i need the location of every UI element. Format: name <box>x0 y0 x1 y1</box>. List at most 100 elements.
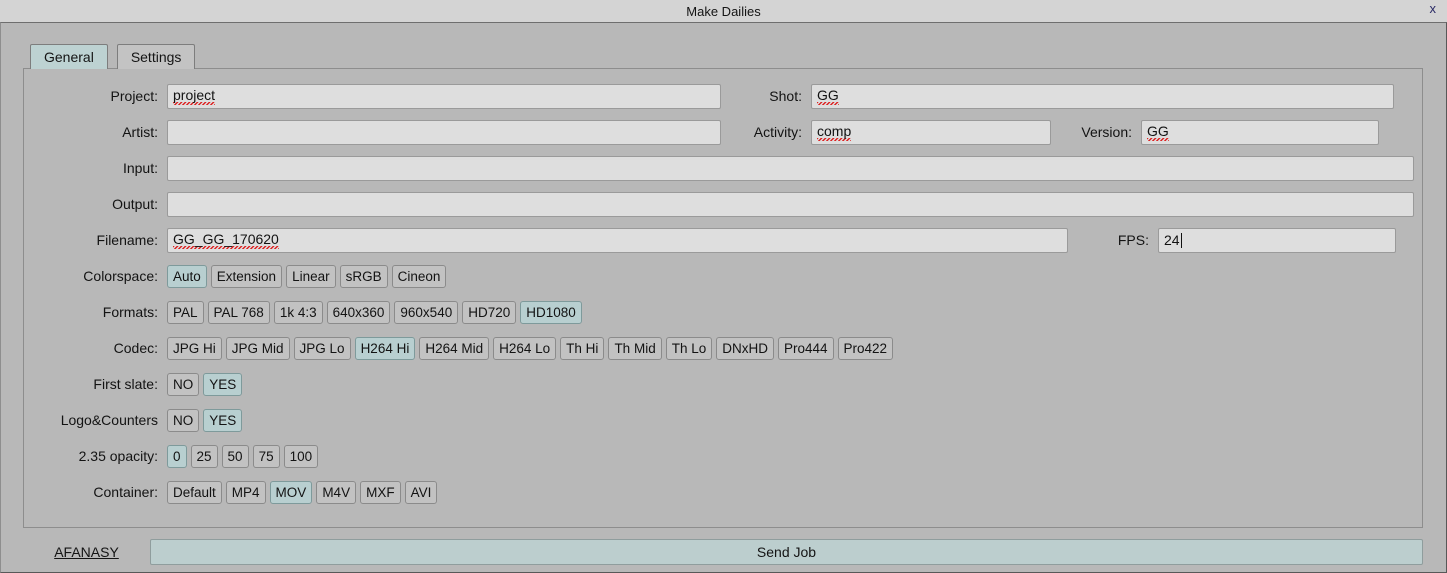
filename-label: Filename: <box>96 232 158 248</box>
option-row-codec: Codec: JPG Hi JPG Mid JPG Lo H264 Hi H264 Mid… <box>24 330 1422 366</box>
first_slate-label: First slate: <box>93 376 158 392</box>
close-icon[interactable]: x <box>1428 2 1439 15</box>
container-option-mp4[interactable]: MP4 <box>225 480 266 504</box>
container-option-avi[interactable]: AVI <box>404 480 438 504</box>
formats-option-1k-4-3[interactable]: 1k 4:3 <box>273 300 323 324</box>
codec-option-h264-hi[interactable]: H264 Hi <box>354 336 416 360</box>
codec-option-jpg-hi[interactable]: JPG Hi <box>167 336 222 360</box>
opacity_235-option-100[interactable]: 100 <box>283 444 319 468</box>
footer-bar: AFANASY Send Job <box>23 538 1423 566</box>
logo_counters-options: NO YES <box>167 408 243 432</box>
fps-label: FPS: <box>1117 232 1149 248</box>
form-row-output: Output: <box>24 186 1422 222</box>
form-row-filename-fps: Filename: GG_GG_170620 FPS: 24 <box>24 222 1422 258</box>
container-options: Default MP4 MOV M4V MXF AVI <box>167 480 438 504</box>
filename-input[interactable]: GG_GG_170620 <box>167 227 1068 253</box>
codec-option-jpg-mid[interactable]: JPG Mid <box>225 336 290 360</box>
tab-general-label: General <box>44 49 94 65</box>
codec-option-pro444[interactable]: Pro444 <box>777 336 834 360</box>
opacity_235-option-75[interactable]: 75 <box>252 444 280 468</box>
form-row-project-shot: Project: project Shot: GG <box>24 78 1422 114</box>
formats-option-640x360[interactable]: 640x360 <box>326 300 391 324</box>
option-row-container: Container: Default MP4 MOV M4V MXF AVI <box>24 474 1422 510</box>
formats-label: Formats: <box>102 304 158 320</box>
activity-label: Activity: <box>753 124 802 140</box>
project-input[interactable]: project <box>167 83 721 109</box>
codec-label: Codec: <box>113 340 158 356</box>
colorspace-label: Colorspace: <box>83 268 158 284</box>
colorspace-option-srgb[interactable]: sRGB <box>339 264 388 288</box>
codec-option-h264-mid[interactable]: H264 Mid <box>419 336 490 360</box>
formats-option-960x540[interactable]: 960x540 <box>394 300 459 324</box>
colorspace-option-linear[interactable]: Linear <box>286 264 336 288</box>
version-value: GG <box>1147 123 1169 141</box>
artist-label: Artist: <box>122 124 158 140</box>
tab-general[interactable]: General <box>30 44 108 69</box>
codec-option-h264-lo[interactable]: H264 Lo <box>493 336 557 360</box>
output-label: Output: <box>112 196 158 212</box>
project-value: project <box>173 87 216 105</box>
first_slate-option-yes[interactable]: YES <box>203 372 243 396</box>
codec-option-th-lo[interactable]: Th Lo <box>665 336 713 360</box>
formats-option-hd1080[interactable]: HD1080 <box>520 300 582 324</box>
shot-label: Shot: <box>769 88 802 104</box>
formats-option-pal-768[interactable]: PAL 768 <box>207 300 270 324</box>
opacity_235-option-25[interactable]: 25 <box>190 444 218 468</box>
logo_counters-label: Logo&Counters <box>60 412 158 428</box>
tab-settings[interactable]: Settings <box>116 44 196 69</box>
output-input[interactable] <box>167 191 1414 217</box>
codec-option-jpg-lo[interactable]: JPG Lo <box>293 336 351 360</box>
container-option-default[interactable]: Default <box>167 480 222 504</box>
opacity_235-label: 2.35 opacity: <box>78 448 158 464</box>
form-row-artist-activity-version: Artist: Activity: comp Version: GG <box>24 114 1422 150</box>
shot-value: GG <box>817 87 839 105</box>
codec-option-th-hi[interactable]: Th Hi <box>560 336 605 360</box>
codec-options: JPG Hi JPG Mid JPG Lo H264 Hi H264 Mid H264 L… <box>167 336 894 360</box>
option-rows-container: Colorspace: Auto Extension Linear sRGB Cineon… <box>24 258 1422 510</box>
logo_counters-option-yes[interactable]: YES <box>203 408 243 432</box>
input-input[interactable] <box>167 155 1414 181</box>
formats-options: PAL PAL 768 1k 4:3 640x360 960x540 HD720 HD108… <box>167 300 582 324</box>
colorspace-option-auto[interactable]: Auto <box>167 264 207 288</box>
formats-option-hd720[interactable]: HD720 <box>462 300 517 324</box>
version-input[interactable]: GG <box>1141 119 1379 145</box>
dialog-window: General Settings Project: project Shot: … <box>0 22 1447 573</box>
container-label: Container: <box>93 484 158 500</box>
colorspace-option-cineon[interactable]: Cineon <box>391 264 447 288</box>
first_slate-option-no[interactable]: NO <box>167 372 200 396</box>
opacity_235-option-50[interactable]: 50 <box>221 444 249 468</box>
option-row-first_slate: First slate: NO YES <box>24 366 1422 402</box>
version-label: Version: <box>1081 124 1132 140</box>
filename-value: GG_GG_170620 <box>173 231 279 249</box>
fps-input[interactable]: 24 <box>1158 227 1396 253</box>
codec-option-th-mid[interactable]: Th Mid <box>608 336 662 360</box>
container-option-mov[interactable]: MOV <box>269 480 313 504</box>
container-option-mxf[interactable]: MXF <box>360 480 401 504</box>
window-titlebar: Make Dailies x <box>0 0 1447 22</box>
general-tab-panel: Project: project Shot: GG Artist: Activi… <box>23 68 1423 528</box>
activity-input[interactable]: comp <box>811 119 1051 145</box>
tab-bar: General Settings <box>30 44 196 69</box>
logo_counters-option-no[interactable]: NO <box>167 408 200 432</box>
shot-input[interactable]: GG <box>811 83 1394 109</box>
formats-option-pal[interactable]: PAL <box>167 300 204 324</box>
colorspace-option-extension[interactable]: Extension <box>210 264 283 288</box>
container-option-m4v[interactable]: M4V <box>316 480 357 504</box>
codec-option-pro422[interactable]: Pro422 <box>837 336 894 360</box>
fps-value: 24 <box>1164 232 1180 248</box>
opacity_235-options: 0 25 50 75 100 <box>167 444 319 468</box>
tab-settings-label: Settings <box>130 49 182 65</box>
codec-option-dnxhd[interactable]: DNxHD <box>716 336 774 360</box>
option-row-colorspace: Colorspace: Auto Extension Linear sRGB Cineon <box>24 258 1422 294</box>
project-label: Project: <box>110 88 158 104</box>
colorspace-options: Auto Extension Linear sRGB Cineon <box>167 264 447 288</box>
option-row-logo_counters: Logo&Counters NO YES <box>24 402 1422 438</box>
afanasy-link[interactable]: AFANASY <box>23 544 150 560</box>
opacity_235-option-0[interactable]: 0 <box>167 444 187 468</box>
option-row-formats: Formats: PAL PAL 768 1k 4:3 640x360 960x540 HD… <box>24 294 1422 330</box>
artist-input[interactable] <box>167 119 721 145</box>
text-caret <box>1180 232 1182 248</box>
first_slate-options: NO YES <box>167 372 243 396</box>
send-job-button[interactable]: Send Job <box>150 539 1423 565</box>
input-label: Input: <box>122 160 158 176</box>
